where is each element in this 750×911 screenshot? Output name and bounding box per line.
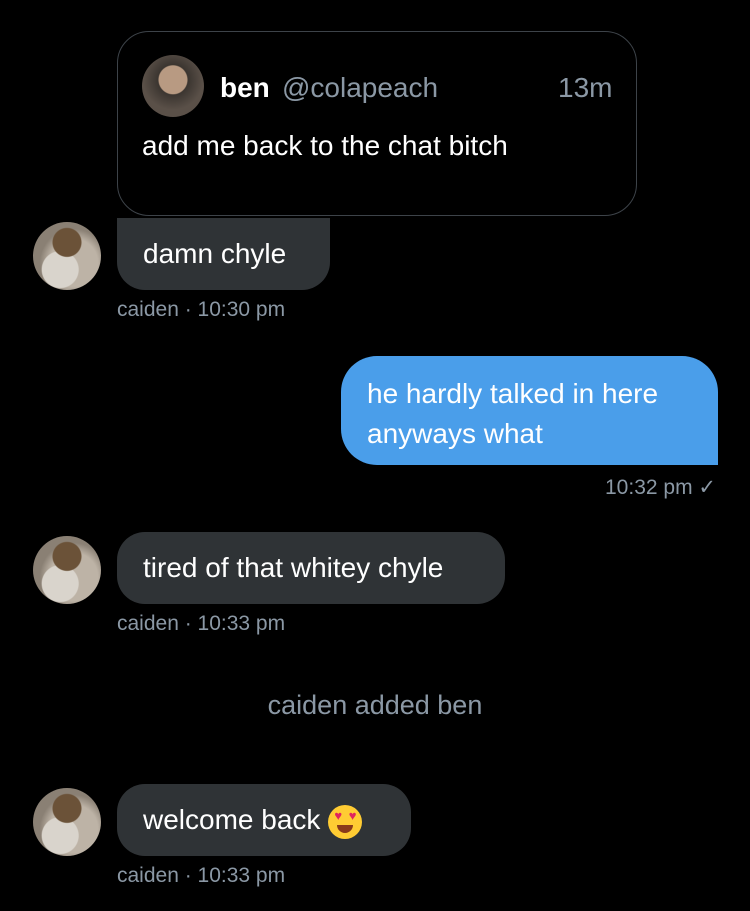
quoted-tweet-time: 13m xyxy=(558,72,613,103)
system-message: caiden added ben xyxy=(267,690,483,720)
quoted-tweet-handle: @colapeach xyxy=(282,72,439,103)
quoted-tweet-name: ben xyxy=(220,72,270,103)
message-bubble-outgoing[interactable]: he hardly talked in here anyways what xyxy=(341,356,718,465)
quoted-tweet-text: add me back to the chat bitch xyxy=(142,130,508,161)
sender-avatar[interactable] xyxy=(33,788,101,856)
message-meta: 10:32 pm ✓ xyxy=(605,476,716,499)
sender-avatar[interactable] xyxy=(33,222,101,290)
sender-avatar[interactable] xyxy=(33,536,101,604)
quoted-tweet-avatar[interactable] xyxy=(142,55,204,117)
message-text: welcome back xyxy=(143,804,321,835)
message-text: he hardly talked in here anyways what xyxy=(367,378,659,449)
message-text: tired of that whitey chyle xyxy=(143,552,444,583)
message-bubble-incoming[interactable]: damn chyle xyxy=(117,218,330,290)
heart-eyes-emoji-icon xyxy=(328,804,363,839)
message-bubble-incoming[interactable]: welcome back xyxy=(117,784,411,856)
message-meta: caiden · 10:33 pm xyxy=(117,864,286,887)
message-meta: caiden · 10:30 pm xyxy=(117,298,286,321)
quoted-tweet-card[interactable] xyxy=(117,31,637,216)
message-text: damn chyle xyxy=(143,238,287,269)
message-bubble-incoming[interactable]: tired of that whitey chyle xyxy=(117,532,505,604)
message-meta: caiden · 10:33 pm xyxy=(117,612,286,635)
